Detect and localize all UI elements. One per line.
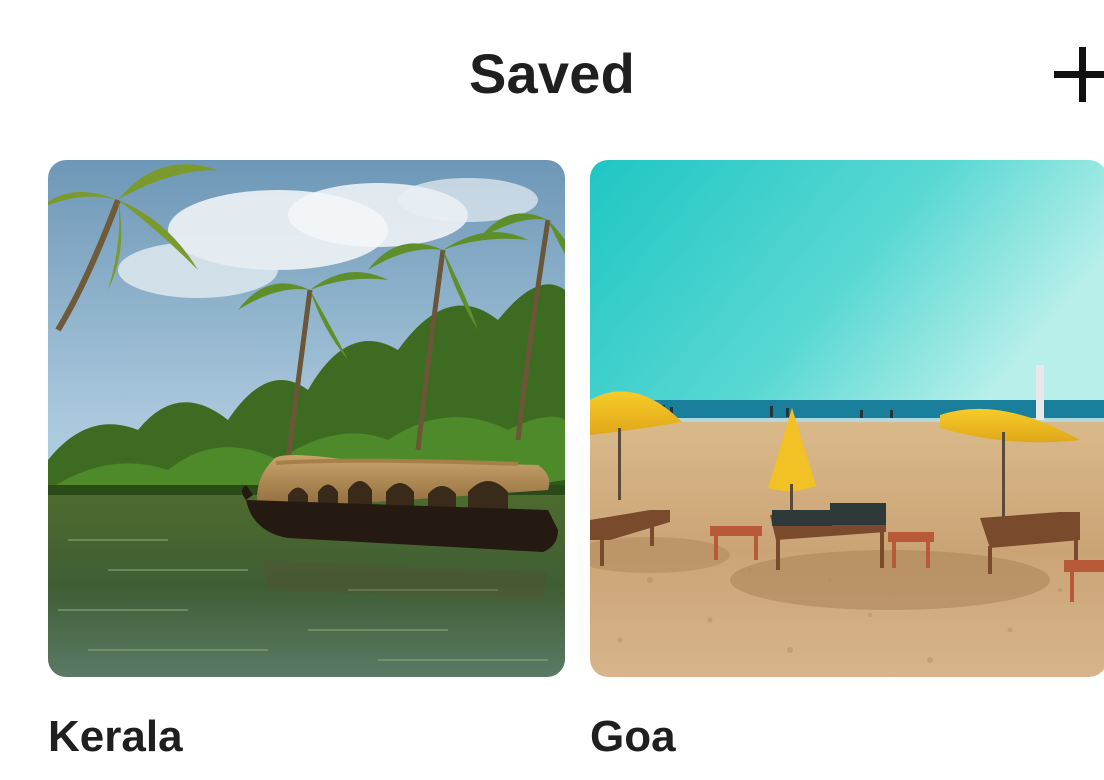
plus-icon — [1050, 42, 1104, 112]
page-title: Saved — [469, 42, 635, 105]
destination-title: Goa — [590, 712, 676, 761]
saved-screen: Saved Kerala Goa — [0, 0, 1104, 780]
destination-card-goa[interactable]: Goa — [590, 160, 1104, 763]
add-button[interactable] — [1050, 42, 1104, 112]
destination-card-kerala[interactable]: Kerala — [48, 160, 565, 763]
goa-beach-image — [590, 160, 1104, 677]
kerala-backwaters-image — [48, 160, 565, 677]
destination-title: Kerala — [48, 712, 183, 761]
